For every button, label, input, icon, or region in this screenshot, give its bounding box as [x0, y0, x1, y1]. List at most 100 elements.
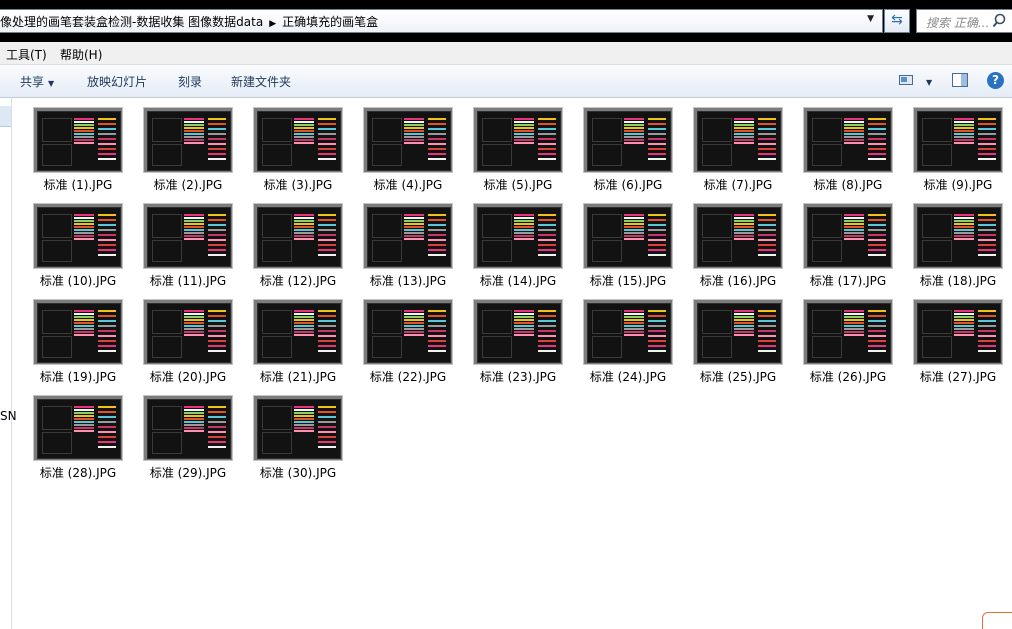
file-thumbnail[interactable]	[583, 299, 673, 365]
address-bar[interactable]: 像处理的画笔套装盒检测-数据收集 图像数据data ▶ 正确填充的画笔盒 ▼	[0, 9, 883, 33]
file-thumbnail[interactable]	[583, 203, 673, 269]
file-item[interactable]: 标准 (7).JPG	[672, 98, 783, 192]
file-item[interactable]: 标准 (27).JPG	[892, 290, 1003, 384]
file-thumbnail[interactable]	[253, 107, 343, 173]
file-thumbnail[interactable]	[33, 107, 123, 173]
file-item[interactable]: 标准 (10).JPG	[12, 194, 123, 288]
file-thumbnail[interactable]	[803, 203, 893, 269]
file-item[interactable]: 标准 (16).JPG	[672, 194, 783, 288]
thumbnail-pen-strip	[74, 430, 94, 432]
file-thumbnail[interactable]	[363, 203, 453, 269]
taskbar-app-icon[interactable]	[982, 612, 1012, 629]
help-button[interactable]: ?	[987, 72, 1004, 89]
file-thumbnail[interactable]	[253, 395, 343, 461]
file-name[interactable]: 标准 (30).JPG	[232, 464, 364, 481]
file-item[interactable]: 标准 (28).JPG	[12, 386, 123, 480]
file-thumbnail[interactable]	[913, 299, 1003, 365]
breadcrumb-separator-icon[interactable]: ▶	[269, 19, 276, 29]
thumbnail-compartment	[482, 214, 512, 238]
file-thumbnail[interactable]	[913, 203, 1003, 269]
search-icon[interactable]	[992, 13, 1006, 29]
file-thumbnail[interactable]	[473, 107, 563, 173]
file-thumbnail[interactable]	[693, 299, 783, 365]
file-item[interactable]: 标准 (8).JPG	[782, 98, 893, 192]
file-item[interactable]: 标准 (18).JPG	[892, 194, 1003, 288]
address-dropdown-icon[interactable]: ▼	[867, 14, 874, 24]
file-item[interactable]: 标准 (21).JPG	[232, 290, 343, 384]
thumbnail-compartment	[482, 144, 512, 166]
file-item[interactable]: 标准 (3).JPG	[232, 98, 343, 192]
thumbnail-pen-strip	[428, 234, 446, 236]
file-item[interactable]: 标准 (29).JPG	[122, 386, 233, 480]
file-thumbnail[interactable]	[913, 107, 1003, 173]
file-thumbnail[interactable]	[693, 107, 783, 173]
file-item[interactable]: 标准 (12).JPG	[232, 194, 343, 288]
chevron-down-icon: ▼	[48, 79, 55, 88]
thumbnail-pen-strip	[74, 220, 94, 222]
file-item[interactable]: 标准 (24).JPG	[562, 290, 673, 384]
file-thumbnail[interactable]	[693, 203, 783, 269]
file-thumbnail[interactable]	[253, 203, 343, 269]
thumbnail-pen-strip	[978, 350, 996, 352]
file-item[interactable]: 标准 (1).JPG	[12, 98, 123, 192]
breadcrumb-current[interactable]: 正确填充的画笔盒	[282, 15, 378, 29]
file-item[interactable]: 标准 (23).JPG	[452, 290, 563, 384]
file-item[interactable]: 标准 (11).JPG	[122, 194, 233, 288]
file-item[interactable]: 标准 (22).JPG	[342, 290, 453, 384]
thumbnail-pen-strip	[404, 223, 424, 225]
file-thumbnail[interactable]	[33, 395, 123, 461]
file-thumbnail[interactable]	[363, 299, 453, 365]
change-view-icon[interactable]	[898, 72, 914, 88]
thumbnail-pen-strip	[844, 316, 864, 318]
file-thumbnail[interactable]	[33, 203, 123, 269]
thumbnail-pen-strip	[538, 219, 556, 221]
thumbnail-pen-strip	[648, 335, 666, 337]
file-thumbnail[interactable]	[143, 299, 233, 365]
thumbnail-pen-strip	[404, 127, 424, 129]
slideshow-button[interactable]: 放映幻灯片	[87, 73, 147, 90]
view-options-chevron-icon[interactable]: ▼	[922, 74, 932, 88]
thumbnail-pen-strip	[208, 406, 226, 408]
file-thumbnail[interactable]	[803, 299, 893, 365]
file-item[interactable]: 标准 (9).JPG	[892, 98, 1003, 192]
menu-help[interactable]: 帮助(H)	[60, 46, 102, 63]
file-item[interactable]: 标准 (5).JPG	[452, 98, 563, 192]
file-thumbnail[interactable]	[143, 395, 233, 461]
thumbnail-pen-strip	[648, 249, 666, 251]
file-thumbnail[interactable]	[473, 203, 563, 269]
file-item[interactable]: 标准 (13).JPG	[342, 194, 453, 288]
share-button[interactable]: 共享 ▼	[20, 73, 54, 90]
thumbnail-pen-strip	[758, 335, 776, 337]
file-thumbnail[interactable]	[583, 107, 673, 173]
file-item[interactable]: 标准 (6).JPG	[562, 98, 673, 192]
file-item[interactable]: 标准 (14).JPG	[452, 194, 563, 288]
file-item[interactable]: 标准 (25).JPG	[672, 290, 783, 384]
search-input[interactable]: 搜索 正确...	[926, 14, 989, 31]
file-thumbnail[interactable]	[363, 107, 453, 173]
refresh-button[interactable]: ⇆	[884, 9, 910, 33]
file-item[interactable]: 标准 (15).JPG	[562, 194, 673, 288]
breadcrumb-parent[interactable]: 像处理的画笔套装盒检测-数据收集 图像数据data	[0, 15, 263, 29]
search-box[interactable]: 搜索 正确...	[916, 9, 1012, 33]
file-name[interactable]: 标准 (27).JPG	[892, 368, 1012, 385]
new-folder-button[interactable]: 新建文件夹	[231, 73, 291, 90]
file-item[interactable]: 标准 (30).JPG	[232, 386, 343, 480]
file-thumbnail[interactable]	[473, 299, 563, 365]
file-item[interactable]: 标准 (2).JPG	[122, 98, 233, 192]
file-item[interactable]: 标准 (26).JPG	[782, 290, 893, 384]
file-thumbnail[interactable]	[33, 299, 123, 365]
file-item[interactable]: 标准 (4).JPG	[342, 98, 453, 192]
menu-tools[interactable]: 工具(T)	[6, 46, 47, 63]
file-thumbnail[interactable]	[803, 107, 893, 173]
file-thumbnail[interactable]	[143, 107, 233, 173]
file-item[interactable]: 标准 (19).JPG	[12, 290, 123, 384]
preview-pane-icon[interactable]	[951, 72, 969, 88]
file-name[interactable]: 标准 (9).JPG	[892, 176, 1012, 193]
file-item[interactable]: 标准 (17).JPG	[782, 194, 893, 288]
file-thumbnail[interactable]	[253, 299, 343, 365]
burn-button[interactable]: 刻录	[178, 73, 202, 90]
file-thumbnail[interactable]	[143, 203, 233, 269]
thumbnail-pen-strip	[98, 224, 116, 226]
file-item[interactable]: 标准 (20).JPG	[122, 290, 233, 384]
file-name[interactable]: 标准 (18).JPG	[892, 272, 1012, 289]
